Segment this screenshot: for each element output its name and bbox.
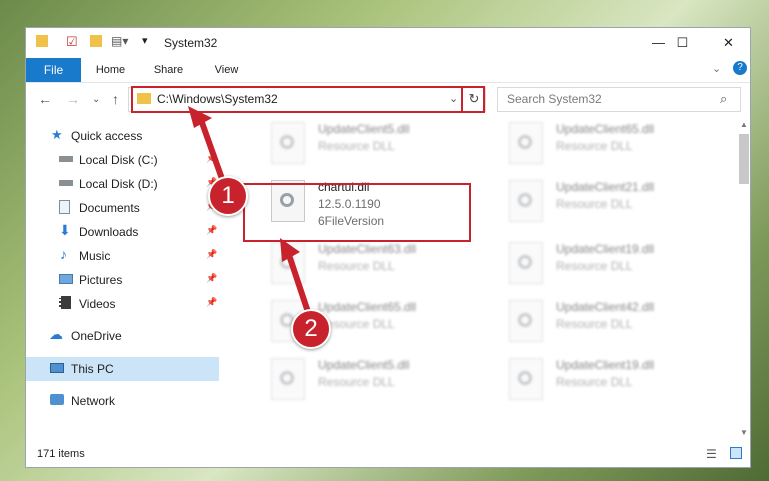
arrow-2-shaft [285,251,311,313]
step-marker-2: 2 [291,309,331,349]
annotation-arrows [188,106,311,313]
step-marker-1: 1 [208,176,248,216]
